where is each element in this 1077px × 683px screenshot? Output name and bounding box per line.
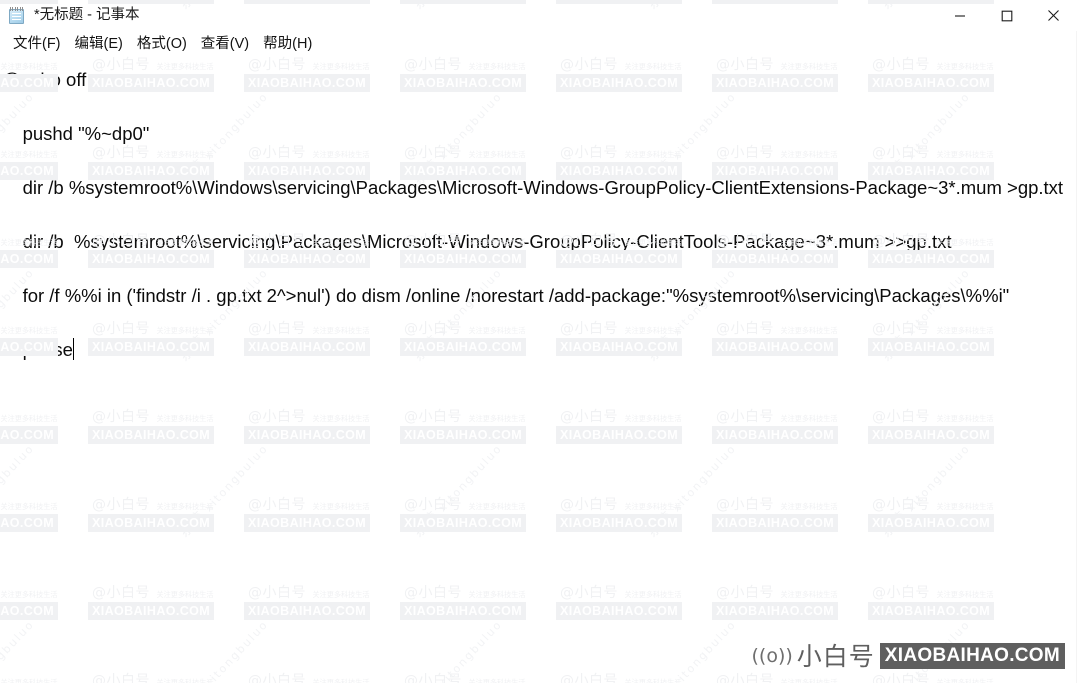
caption-buttons <box>936 0 1077 31</box>
brand-name-cn: 小白号 <box>796 641 875 671</box>
menu-bar: 文件(F) 编辑(E) 格式(O) 查看(V) 帮助(H) <box>0 31 1077 58</box>
menu-edit[interactable]: 编辑(E) <box>68 32 130 57</box>
editor-blank-line <box>2 100 1077 114</box>
menu-view[interactable]: 查看(V) <box>194 32 256 57</box>
close-button[interactable] <box>1030 0 1077 31</box>
editor-line: @echo off <box>2 69 87 90</box>
editor-content[interactable]: @echo off pushd "%~dp0" dir /b %systemro… <box>0 58 1077 370</box>
editor-blank-line <box>2 316 1077 330</box>
notepad-window: *无标题 - 记事本 文件(F) 编辑(E) 格式(O) 查看(V) 帮助(H)… <box>0 0 1077 683</box>
editor-line: pause <box>2 338 74 360</box>
editor-blank-line <box>2 154 1077 168</box>
title-bar-left: *无标题 - 记事本 <box>0 0 936 31</box>
notepad-icon <box>8 6 26 25</box>
maximize-button[interactable] <box>983 0 1030 31</box>
broadcast-wave-icon: ((o)) <box>751 644 793 667</box>
text-editor-area[interactable]: @echo off pushd "%~dp0" dir /b %systemro… <box>0 58 1077 683</box>
editor-blank-line <box>2 208 1077 222</box>
window-title: *无标题 - 记事本 <box>34 7 140 23</box>
menu-file[interactable]: 文件(F) <box>6 32 68 57</box>
editor-line: pushd "%~dp0" <box>2 123 150 144</box>
minimize-button[interactable] <box>936 0 983 31</box>
brand-logo: ((o)) 小白号 XIAOBAIHAO.COM <box>751 641 1065 671</box>
text-caret <box>72 338 74 360</box>
editor-line: dir /b %systemroot%\servicing\Packages\M… <box>2 231 952 252</box>
editor-line: for /f %%i in ('findstr /i . gp.txt 2^>n… <box>2 285 1010 306</box>
editor-blank-line <box>2 262 1077 276</box>
menu-format[interactable]: 格式(O) <box>130 32 194 57</box>
title-bar: *无标题 - 记事本 <box>0 0 1077 31</box>
menu-help[interactable]: 帮助(H) <box>256 32 319 57</box>
brand-domain-badge: XIAOBAIHAO.COM <box>879 642 1065 670</box>
editor-line: dir /b %systemroot%\Windows\servicing\Pa… <box>2 177 1064 198</box>
